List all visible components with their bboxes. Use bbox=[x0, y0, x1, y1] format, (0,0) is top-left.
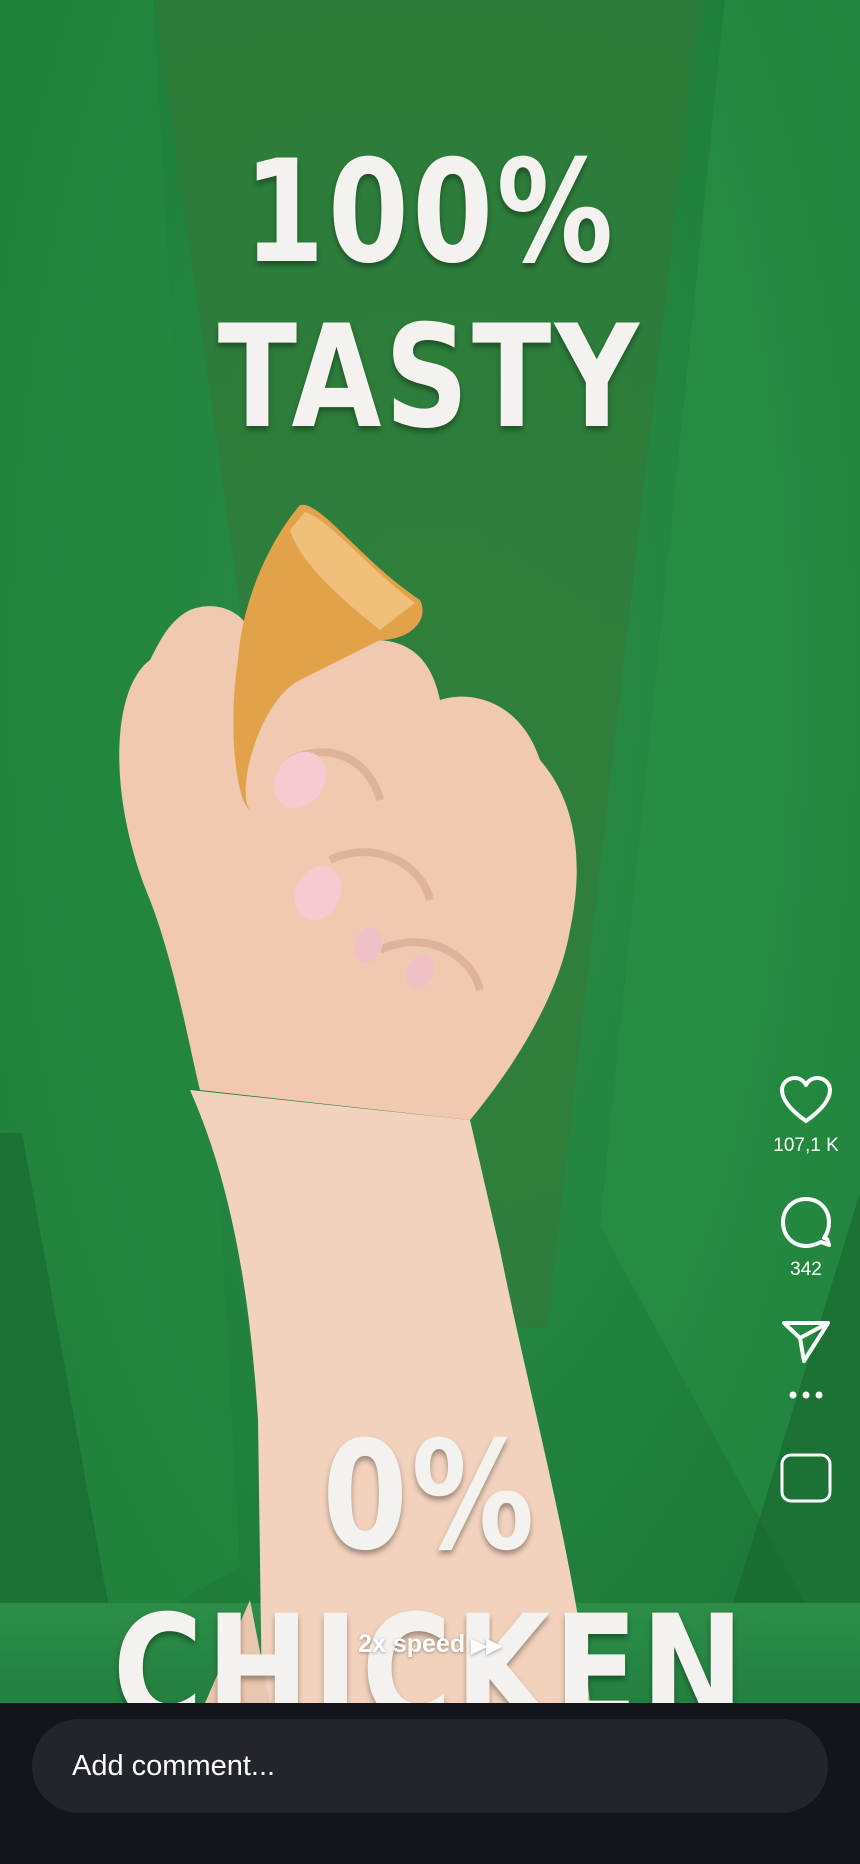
paper-plane-icon[interactable] bbox=[781, 1319, 831, 1365]
headline-top: 100% TASTY bbox=[217, 130, 643, 460]
reel-video[interactable]: 100% TASTY 0% CHICKEN 2x speed ▶▶ bbox=[0, 0, 860, 1703]
speed-indicator: 2x speed ▶▶ bbox=[0, 1630, 860, 1659]
more-action[interactable] bbox=[766, 1391, 846, 1399]
more-dots-icon[interactable] bbox=[789, 1391, 823, 1399]
comment-count: 342 bbox=[790, 1259, 822, 1280]
add-comment-input[interactable]: Add comment... bbox=[32, 1719, 828, 1813]
fast-forward-icon: ▶▶ bbox=[471, 1635, 502, 1657]
audio-action[interactable] bbox=[766, 1453, 846, 1503]
comment-action[interactable]: 342 bbox=[766, 1195, 846, 1281]
share-action[interactable] bbox=[766, 1319, 846, 1365]
heart-icon[interactable] bbox=[779, 1075, 833, 1125]
like-count: 107,1 K bbox=[773, 1135, 839, 1156]
action-column: 107,1 K 342 bbox=[766, 1075, 846, 1503]
comment-placeholder: Add comment... bbox=[72, 1749, 276, 1782]
speed-label: 2x speed bbox=[358, 1630, 466, 1658]
like-action[interactable]: 107,1 K bbox=[766, 1075, 846, 1157]
audio-thumbnail-icon[interactable] bbox=[780, 1453, 832, 1503]
comment-bubble-icon[interactable] bbox=[779, 1195, 833, 1249]
reel-screen: 100% TASTY 0% CHICKEN 2x speed ▶▶ 107,1 K… bbox=[0, 0, 860, 1864]
headline-bottom: 0% CHICKEN bbox=[112, 1410, 748, 1703]
bottom-bar: Add comment... bbox=[0, 1703, 860, 1864]
